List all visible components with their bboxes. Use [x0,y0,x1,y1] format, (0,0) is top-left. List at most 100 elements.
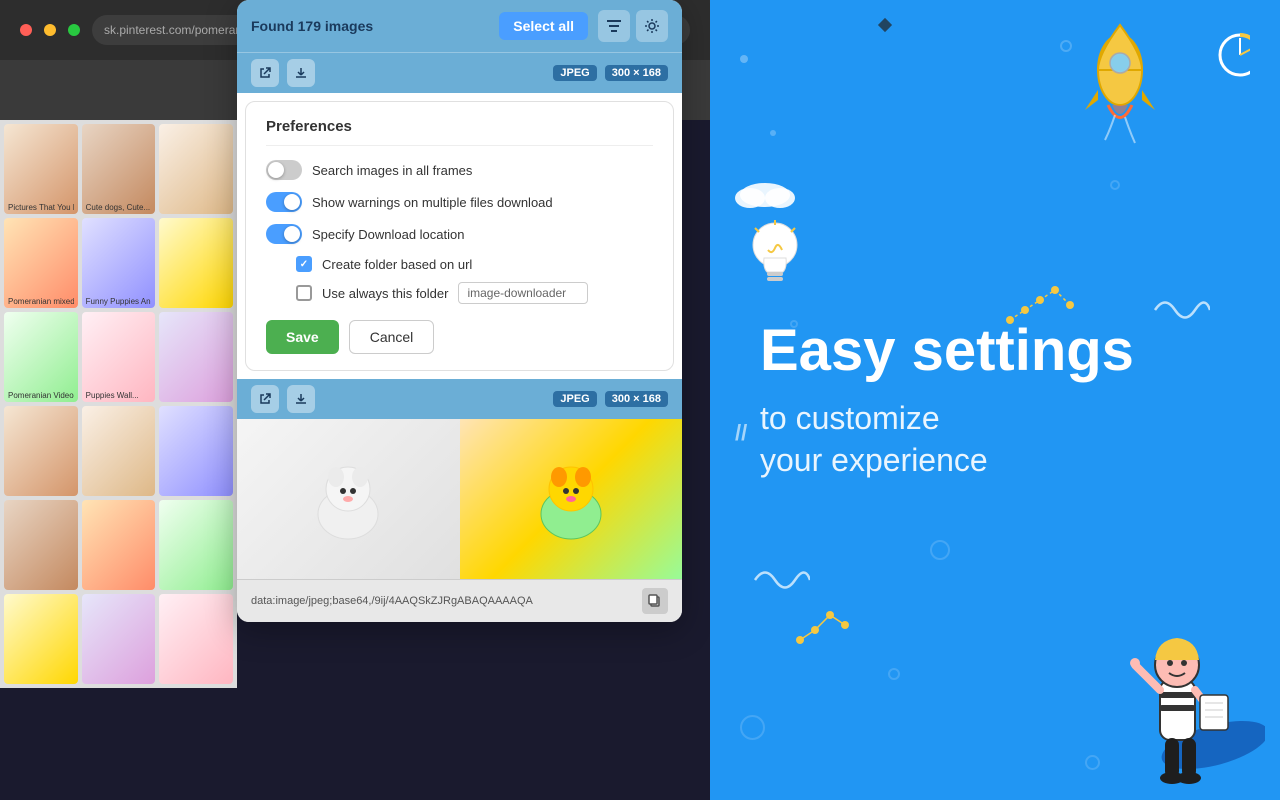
download-icon [295,67,307,79]
promo-subtext-1: to customize [760,398,1240,440]
image-cell-16 [4,594,78,684]
gear-icon [644,18,660,34]
image-cell-17 [82,594,156,684]
image-cell-10 [4,406,78,496]
checkbox-use-folder[interactable] [296,285,312,301]
image-action-bar-1: JPEG 300 × 168 [237,52,682,93]
image-cell-4: Pomeranian mixed br... [4,218,78,308]
filter-icon [606,19,622,33]
copy-url-button[interactable] [642,588,668,614]
deco-circle-2 [1110,180,1120,190]
pom-white-image [237,419,460,579]
download-image-button[interactable] [287,59,315,87]
image-label-1: Pictures That You Need to... [8,203,74,212]
rocket-illustration [1070,15,1180,145]
url-bar: data:image/jpeg;base64,/9ij/4AAQSkZJRgAB… [237,579,682,622]
pref-subitem-2: Use always this folder [296,282,653,304]
toggle-knob-3 [284,226,300,242]
yellow-dots [790,590,870,650]
image-label-2: Cute dogs, Cute... [86,203,152,212]
image-cell-12 [159,406,233,496]
image-cell-14 [82,500,156,590]
open-image-button[interactable] [251,59,279,87]
image-label-5: Funny Puppies And Cute Pu... [86,297,152,306]
image-type-badge-2: JPEG [553,391,596,407]
slash-marks: // [735,420,747,446]
pref-item-2: Show warnings on multiple files download [266,192,653,212]
open-image-button-2[interactable] [251,385,279,413]
save-button[interactable]: Save [266,320,339,354]
toggle-search-frames[interactable] [266,160,302,180]
folder-name-input[interactable] [458,282,588,304]
pref-label-2: Show warnings on multiple files download [312,195,553,210]
external-link-icon [259,67,271,79]
browser-dot-green[interactable] [68,24,80,36]
lightbulb-illustration [735,180,815,290]
pref-item-1: Search images in all frames [266,160,653,180]
checkmark-icon: ✓ [300,259,308,270]
popup-panel: Found 179 images Select all [237,0,682,622]
popup-header: Found 179 images Select all [237,0,682,52]
deco-circle-4 [930,540,950,560]
browser-dot-red[interactable] [20,24,32,36]
found-images-text: Found 179 images [251,18,489,34]
image-cell-11 [82,406,156,496]
pomeranian-images [237,419,682,579]
deco-diamond-1 [878,18,892,32]
image-grid: Pictures That You Need to... Cute dogs, … [0,120,237,688]
toggle-download-location[interactable] [266,224,302,244]
cancel-button[interactable]: Cancel [349,320,435,354]
pref-sublabel-2: Use always this folder [322,286,448,301]
toggle-warnings[interactable] [266,192,302,212]
image-cell-6 [159,218,233,308]
image-type-badge: JPEG [553,65,596,81]
image-label-7: Pomeranian Videos #4... [8,391,74,400]
toggle-knob-1 [268,162,284,178]
left-panel: sk.pinterest.com/pomeranian ☆ Pictures T… [0,0,710,800]
image-size-badge-2: 300 × 168 [605,391,668,407]
preferences-card: Preferences Search images in all frames … [245,101,674,371]
popup-header-icons [598,10,668,42]
browser-url: sk.pinterest.com/pomeranian [104,23,258,37]
preferences-actions: Save Cancel [266,320,653,354]
deco-dot-1 [740,55,748,63]
pref-sublabel-1: Create folder based on url [322,257,472,272]
colorful-dog-svg [521,449,621,549]
filter-button[interactable] [598,10,630,42]
image-cell-2: Cute dogs, Cute... [82,124,156,214]
checkbox-create-folder[interactable]: ✓ [296,256,312,272]
popup-bottom-image [237,419,682,579]
image-action-bar-2: JPEG 300 × 168 [237,379,682,419]
download-icon-2 [295,393,307,405]
image-cell-3 [159,124,233,214]
pref-label-1: Search images in all frames [312,163,472,178]
image-cell-7: Pomeranian Videos #4... [4,312,78,402]
image-label-4: Pomeranian mixed br... [8,297,74,306]
select-all-button[interactable]: Select all [499,12,588,40]
right-panel: // Easy settings to [710,0,1280,800]
download-image-button-2[interactable] [287,385,315,413]
external-link-icon-2 [259,393,271,405]
copy-icon [648,594,662,608]
deco-dot-2 [770,130,776,136]
promo-text-container: Easy settings to customize your experien… [750,319,1240,482]
deco-circle-7 [740,715,765,740]
image-cell-18 [159,594,233,684]
promo-heading: Easy settings [760,319,1240,383]
image-size-badge: 300 × 168 [605,65,668,81]
browser-dot-yellow[interactable] [44,24,56,36]
image-cell-5: Funny Puppies And Cute Pu... [82,218,156,308]
person-illustration [1085,560,1265,790]
white-dog-svg [298,449,398,549]
analytics-icon [1190,30,1250,80]
image-cell-1: Pictures That You Need to... [4,124,78,214]
preferences-title: Preferences [266,118,653,146]
settings-button[interactable] [636,10,668,42]
toggle-knob-2 [284,194,300,210]
image-cell-8: Puppies Wall... [82,312,156,402]
url-text: data:image/jpeg;base64,/9ij/4AAQSkZJRgAB… [251,595,634,607]
pref-label-3: Specify Download location [312,227,464,242]
pref-subitem-1: ✓ Create folder based on url [296,256,653,272]
image-cell-13 [4,500,78,590]
image-label-8: Puppies Wall... [86,391,152,400]
